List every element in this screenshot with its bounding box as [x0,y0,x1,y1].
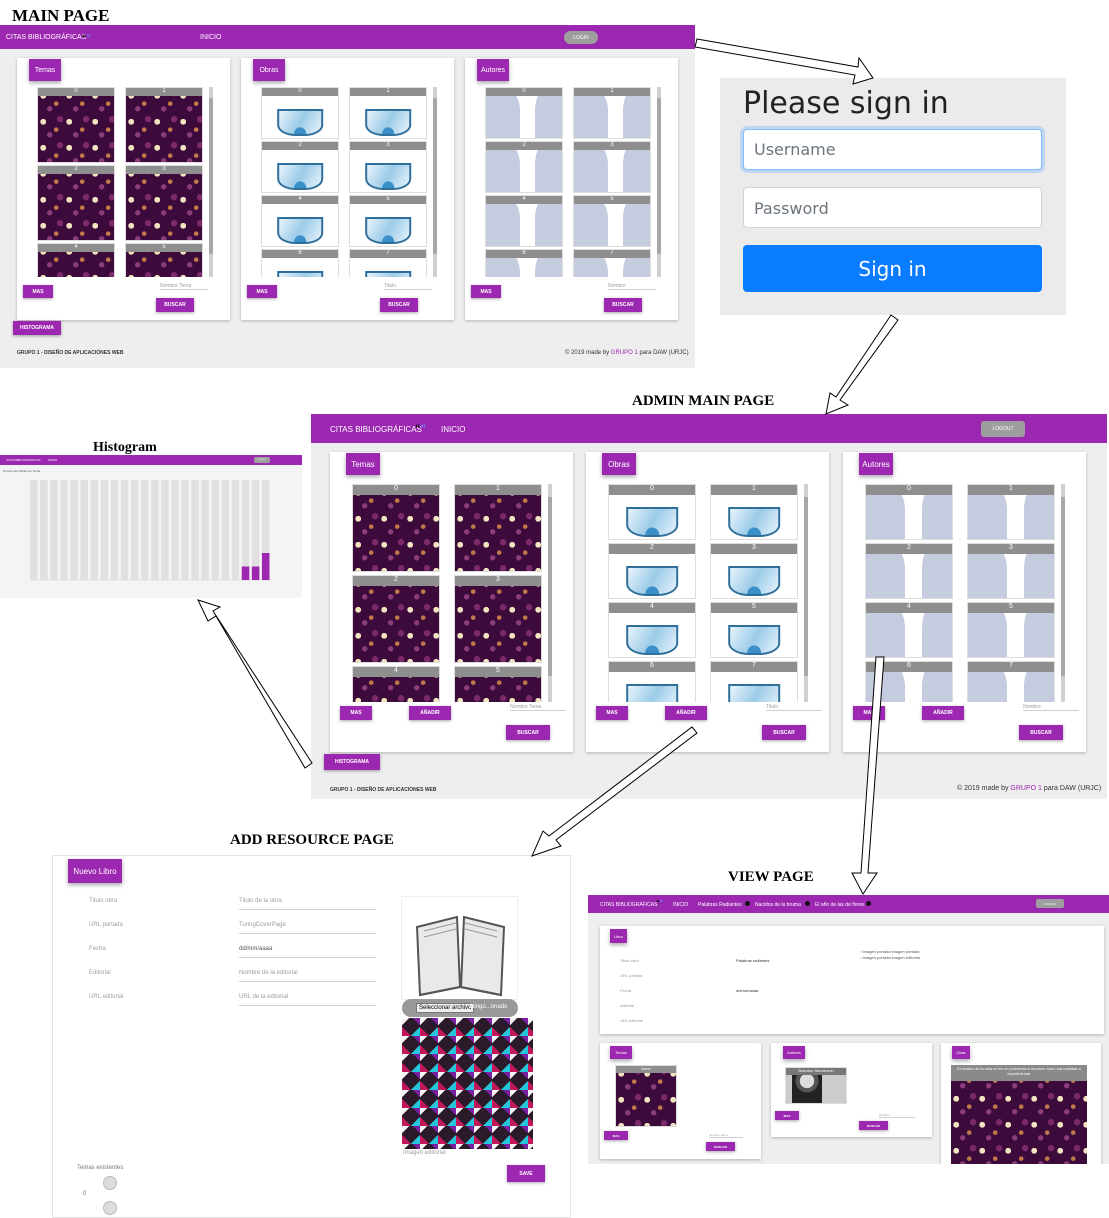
flow-arrows [197,38,899,895]
arrow-admin-to-histogram [197,599,313,769]
arrow-main-to-login [694,38,874,85]
arrow-login-to-admin [825,314,899,415]
arrow-admin-to-add [531,726,698,857]
arrow-admin-to-view [851,656,885,895]
